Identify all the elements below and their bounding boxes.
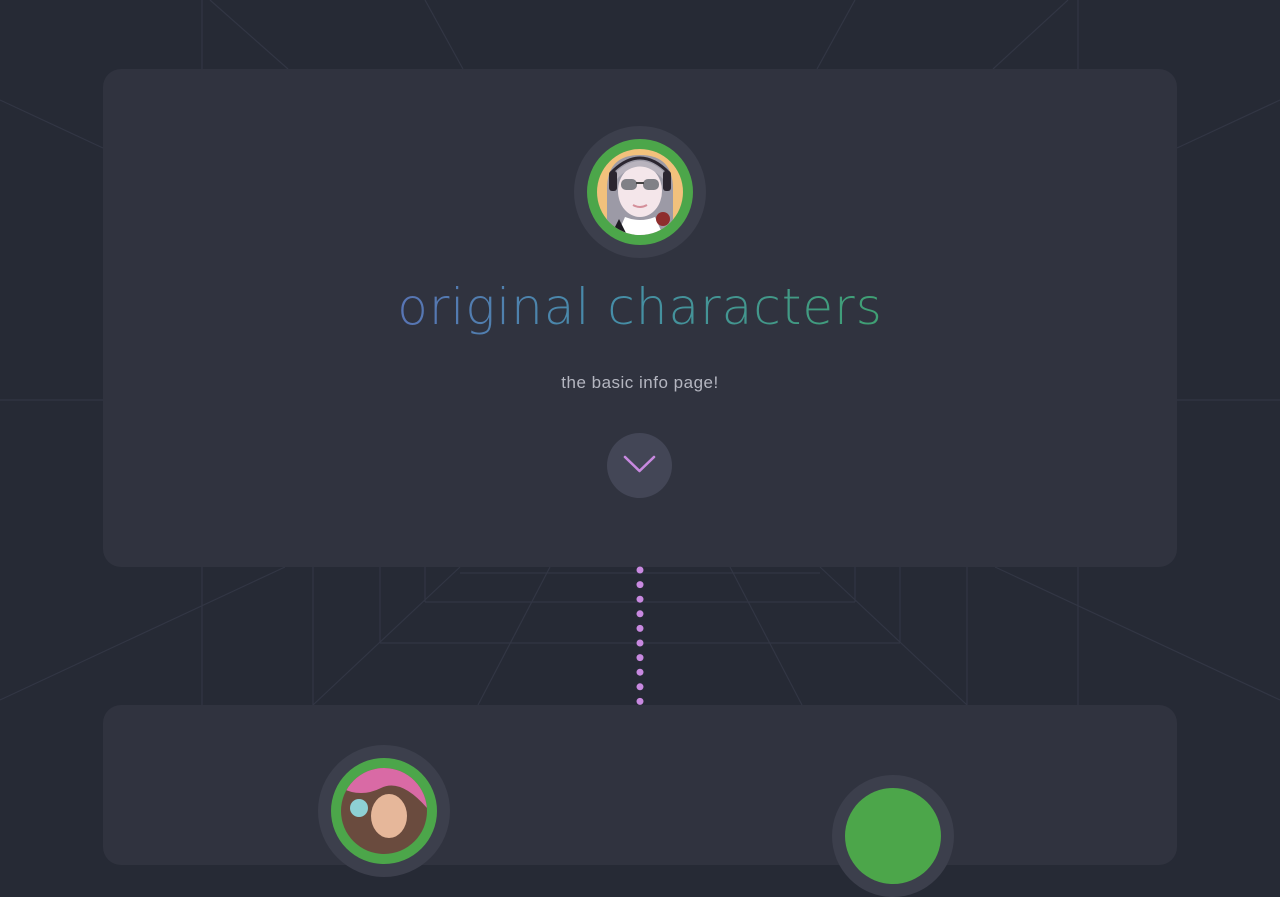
avatar-image: [341, 768, 427, 854]
characters-card: [103, 705, 1177, 897]
hero-card: original characters the basic info page!: [103, 69, 1177, 567]
avatar-image: [597, 149, 683, 235]
dotted-connector: [636, 566, 644, 705]
avatar-ring-green: [587, 139, 693, 245]
character-avatar[interactable]: [832, 775, 954, 897]
character-avatar[interactable]: [318, 745, 450, 877]
page-title: original characters: [103, 275, 1177, 339]
page-title-text: original characters: [397, 278, 883, 336]
chevron-down-icon: [623, 455, 656, 473]
page-subtitle: the basic info page!: [561, 373, 719, 392]
avatar-ring-green: [845, 788, 941, 884]
avatar-ring-green: [331, 758, 437, 864]
avatar[interactable]: [574, 126, 706, 258]
scroll-down-button[interactable]: [607, 433, 672, 498]
